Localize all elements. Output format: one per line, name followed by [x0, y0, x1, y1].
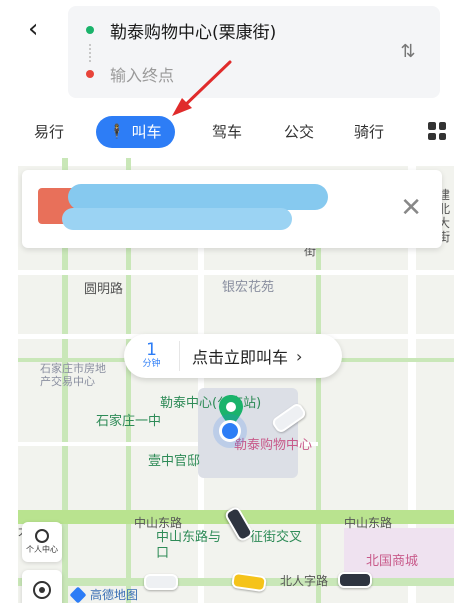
map-label-letai-stop: 勒泰中心(公交站) — [160, 396, 262, 411]
personal-center-label: 个人中心 — [26, 545, 58, 554]
locate-me-button[interactable] — [22, 570, 62, 603]
tab-taxi-label: 叫车 — [131, 123, 162, 141]
location-info-card[interactable]: ✕ — [22, 170, 442, 248]
route-start-text: 勒泰购物中心(栗康街) — [110, 22, 277, 43]
route-end-placeholder: 输入终点 — [110, 66, 175, 85]
map-label-beiguo-mall: 北国商城 — [366, 554, 419, 569]
map-label-intersection: 口 — [156, 546, 170, 561]
start-point-dot-icon — [86, 26, 94, 34]
more-modes-grid-icon[interactable] — [428, 122, 446, 140]
car-icon — [338, 572, 372, 588]
card-redacted-subtitle — [62, 208, 292, 230]
car-icon — [144, 574, 178, 590]
eta-unit: 分钟 — [142, 359, 161, 369]
map-label-trade-center: 石家庄市房地 产交易中心 — [40, 362, 106, 388]
map-road — [316, 218, 321, 603]
tab-bus[interactable]: 公交 — [284, 118, 314, 146]
map-label-intersection: 征街交叉 — [250, 530, 303, 545]
route-input-panel: 勒泰购物中心(栗康街) 输入终点 ⇅ — [68, 6, 440, 98]
map-label-zhongshan-road: 中山东路 — [344, 516, 393, 530]
brand-logo: 高德地图 — [69, 586, 139, 603]
taxi-person-icon: 🕴 — [108, 124, 126, 140]
amap-logo-icon — [69, 586, 87, 603]
map-label-yinhong-garden: 银宏花苑 — [222, 280, 275, 295]
map-road — [18, 270, 454, 275]
swap-route-icon[interactable]: ⇅ — [396, 40, 420, 64]
personal-center-button[interactable]: 个人中心 — [22, 522, 62, 562]
chevron-right-icon: › — [296, 346, 303, 366]
eta-box: 1 分钟 — [124, 341, 180, 371]
back-button[interactable]: ‹ — [28, 14, 58, 44]
card-redacted-title — [68, 184, 328, 210]
tab-drive[interactable]: 驾车 — [212, 118, 242, 146]
close-icon[interactable]: ✕ — [400, 194, 422, 222]
call-taxi-text: 点击立即叫车 — [192, 348, 289, 367]
brand-name: 高德地图 — [90, 588, 139, 602]
locate-target-icon — [33, 581, 51, 599]
route-start-row[interactable]: 勒泰购物中心(栗康街) — [68, 10, 276, 50]
red-pointer-arrow-icon — [172, 60, 232, 116]
tab-bike[interactable]: 骑行 — [354, 118, 384, 146]
map-label-yizhong-guanbang: 壹中官邸 — [148, 454, 201, 469]
tab-taxi[interactable]: 🕴 叫车 — [96, 116, 176, 148]
map-label-sjz-no1-school: 石家庄一中 — [96, 414, 162, 429]
person-icon — [35, 529, 49, 543]
call-taxi-bubble[interactable]: 1 分钟 点击立即叫车 › — [124, 334, 342, 378]
map-label-yuanming-road: 圆明路 — [84, 282, 124, 297]
eta-value: 1 — [146, 340, 157, 360]
route-end-input[interactable]: 输入终点 — [68, 54, 174, 94]
map-label-beiren-road: 北人字路 — [280, 574, 329, 588]
map-label-letai-mall: 勒泰购物中心 — [234, 438, 313, 453]
map-road — [18, 158, 454, 166]
current-location-dot-icon — [219, 420, 241, 442]
tab-yixing[interactable]: 易行 — [34, 118, 64, 146]
end-point-dot-icon — [86, 70, 94, 78]
